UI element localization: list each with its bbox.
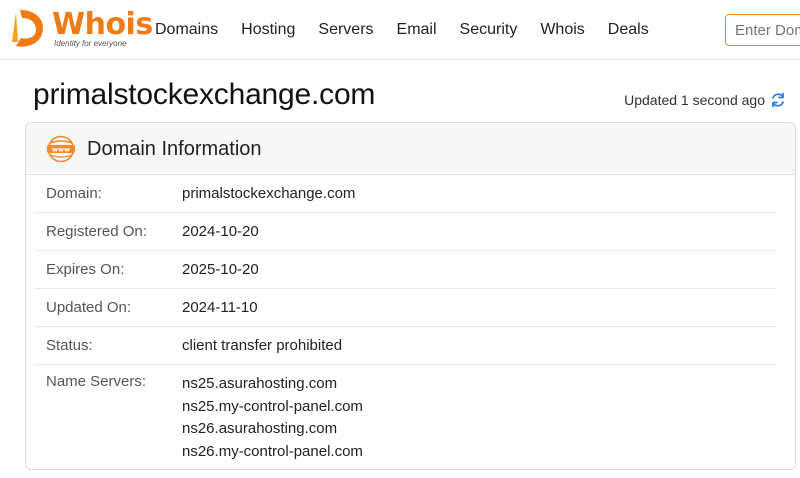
name-server-list: ns25.asurahosting.com ns25.my-control-pa… (182, 373, 363, 463)
info-row-name-servers: Name Servers: ns25.asurahosting.com ns25… (34, 365, 777, 463)
info-row-status: Status: client transfer prohibited (34, 327, 777, 365)
nav-email[interactable]: Email (397, 19, 437, 41)
refresh-icon[interactable] (770, 92, 786, 108)
row-label: Domain: (46, 185, 102, 202)
nav-deals[interactable]: Deals (608, 19, 649, 41)
row-value: 2024-11-10 (182, 299, 258, 316)
row-label: Expires On: (46, 261, 125, 278)
domain-information-card: www Domain Information Domain: primalsto… (25, 122, 796, 470)
top-navbar: Whois Identity for everyone Domains Host… (0, 0, 800, 60)
info-row-updated: Updated On: 2024-11-10 (34, 289, 777, 327)
nav-hosting[interactable]: Hosting (241, 19, 295, 41)
info-row-expires: Expires On: 2025-10-20 (34, 251, 777, 289)
name-server-item: ns25.asurahosting.com (182, 375, 338, 392)
www-globe-icon: www (47, 135, 75, 163)
row-value: 2025-10-20 (182, 261, 259, 278)
logo-mark-icon (12, 10, 44, 47)
domain-info-table: Domain: primalstockexchange.com Register… (34, 175, 777, 463)
row-label: Updated On: (46, 299, 132, 316)
whois-logo[interactable]: Whois Identity for everyone (8, 8, 153, 50)
name-server-item: ns26.asurahosting.com (182, 420, 338, 437)
updated-text: Updated 1 second ago (624, 92, 765, 108)
row-label: Registered On: (46, 223, 147, 240)
row-value: 2024-10-20 (182, 223, 259, 240)
row-value: client transfer prohibited (182, 337, 343, 354)
name-server-item: ns26.my-control-panel.com (182, 442, 363, 460)
name-server-item: ns25.my-control-panel.com (182, 397, 363, 415)
card-header: www Domain Information (26, 123, 795, 175)
nav-domains[interactable]: Domains (155, 19, 218, 41)
row-label: Status: (46, 337, 93, 354)
page-title: primalstockexchange.com (33, 78, 376, 111)
info-row-registered: Registered On: 2024-10-20 (34, 213, 777, 251)
row-label: Name Servers: (46, 373, 147, 390)
logo-wordmark: Whois (52, 7, 153, 42)
nav-whois[interactable]: Whois (540, 19, 584, 41)
row-value: primalstockexchange.com (182, 185, 356, 202)
card-title: Domain Information (87, 138, 262, 160)
nav-security[interactable]: Security (460, 19, 518, 41)
main-nav: Domains Hosting Servers Email Security W… (155, 19, 672, 41)
domain-search-input[interactable] (725, 14, 800, 46)
updated-status: Updated 1 second ago (624, 92, 786, 108)
nav-servers[interactable]: Servers (318, 19, 373, 41)
logo-tagline: Identity for everyone (54, 39, 127, 48)
info-row-domain: Domain: primalstockexchange.com (34, 175, 777, 213)
www-icon-text: www (52, 146, 70, 154)
